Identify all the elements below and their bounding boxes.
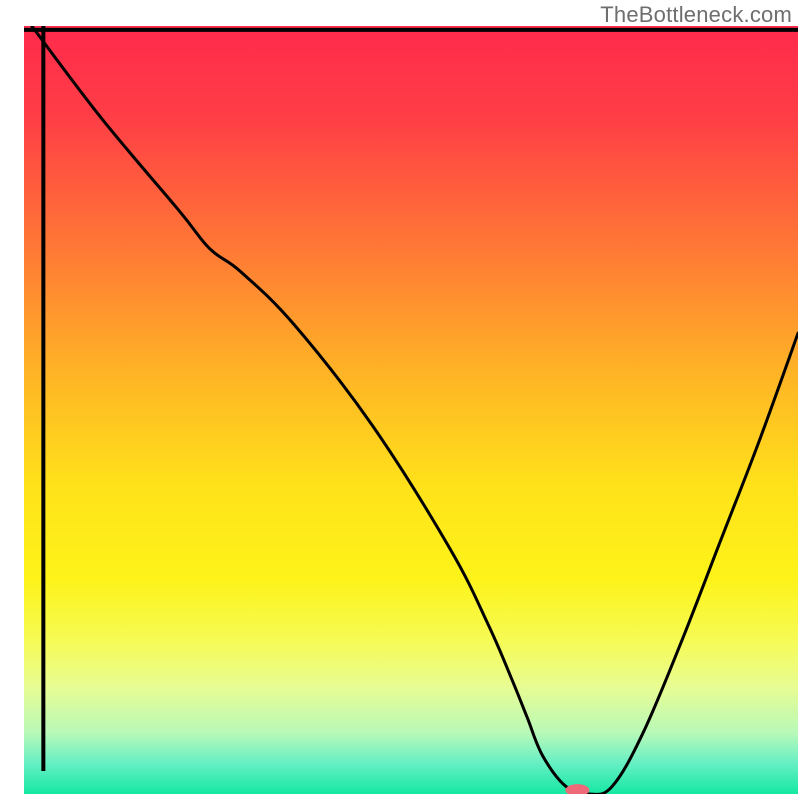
chart-container: TheBottleneck.com [0,0,800,800]
watermark-text: TheBottleneck.com [600,2,792,28]
bottleneck-chart [0,0,800,800]
plot-area [24,26,798,796]
gradient-background [24,26,798,794]
optimal-point-marker [565,784,589,796]
